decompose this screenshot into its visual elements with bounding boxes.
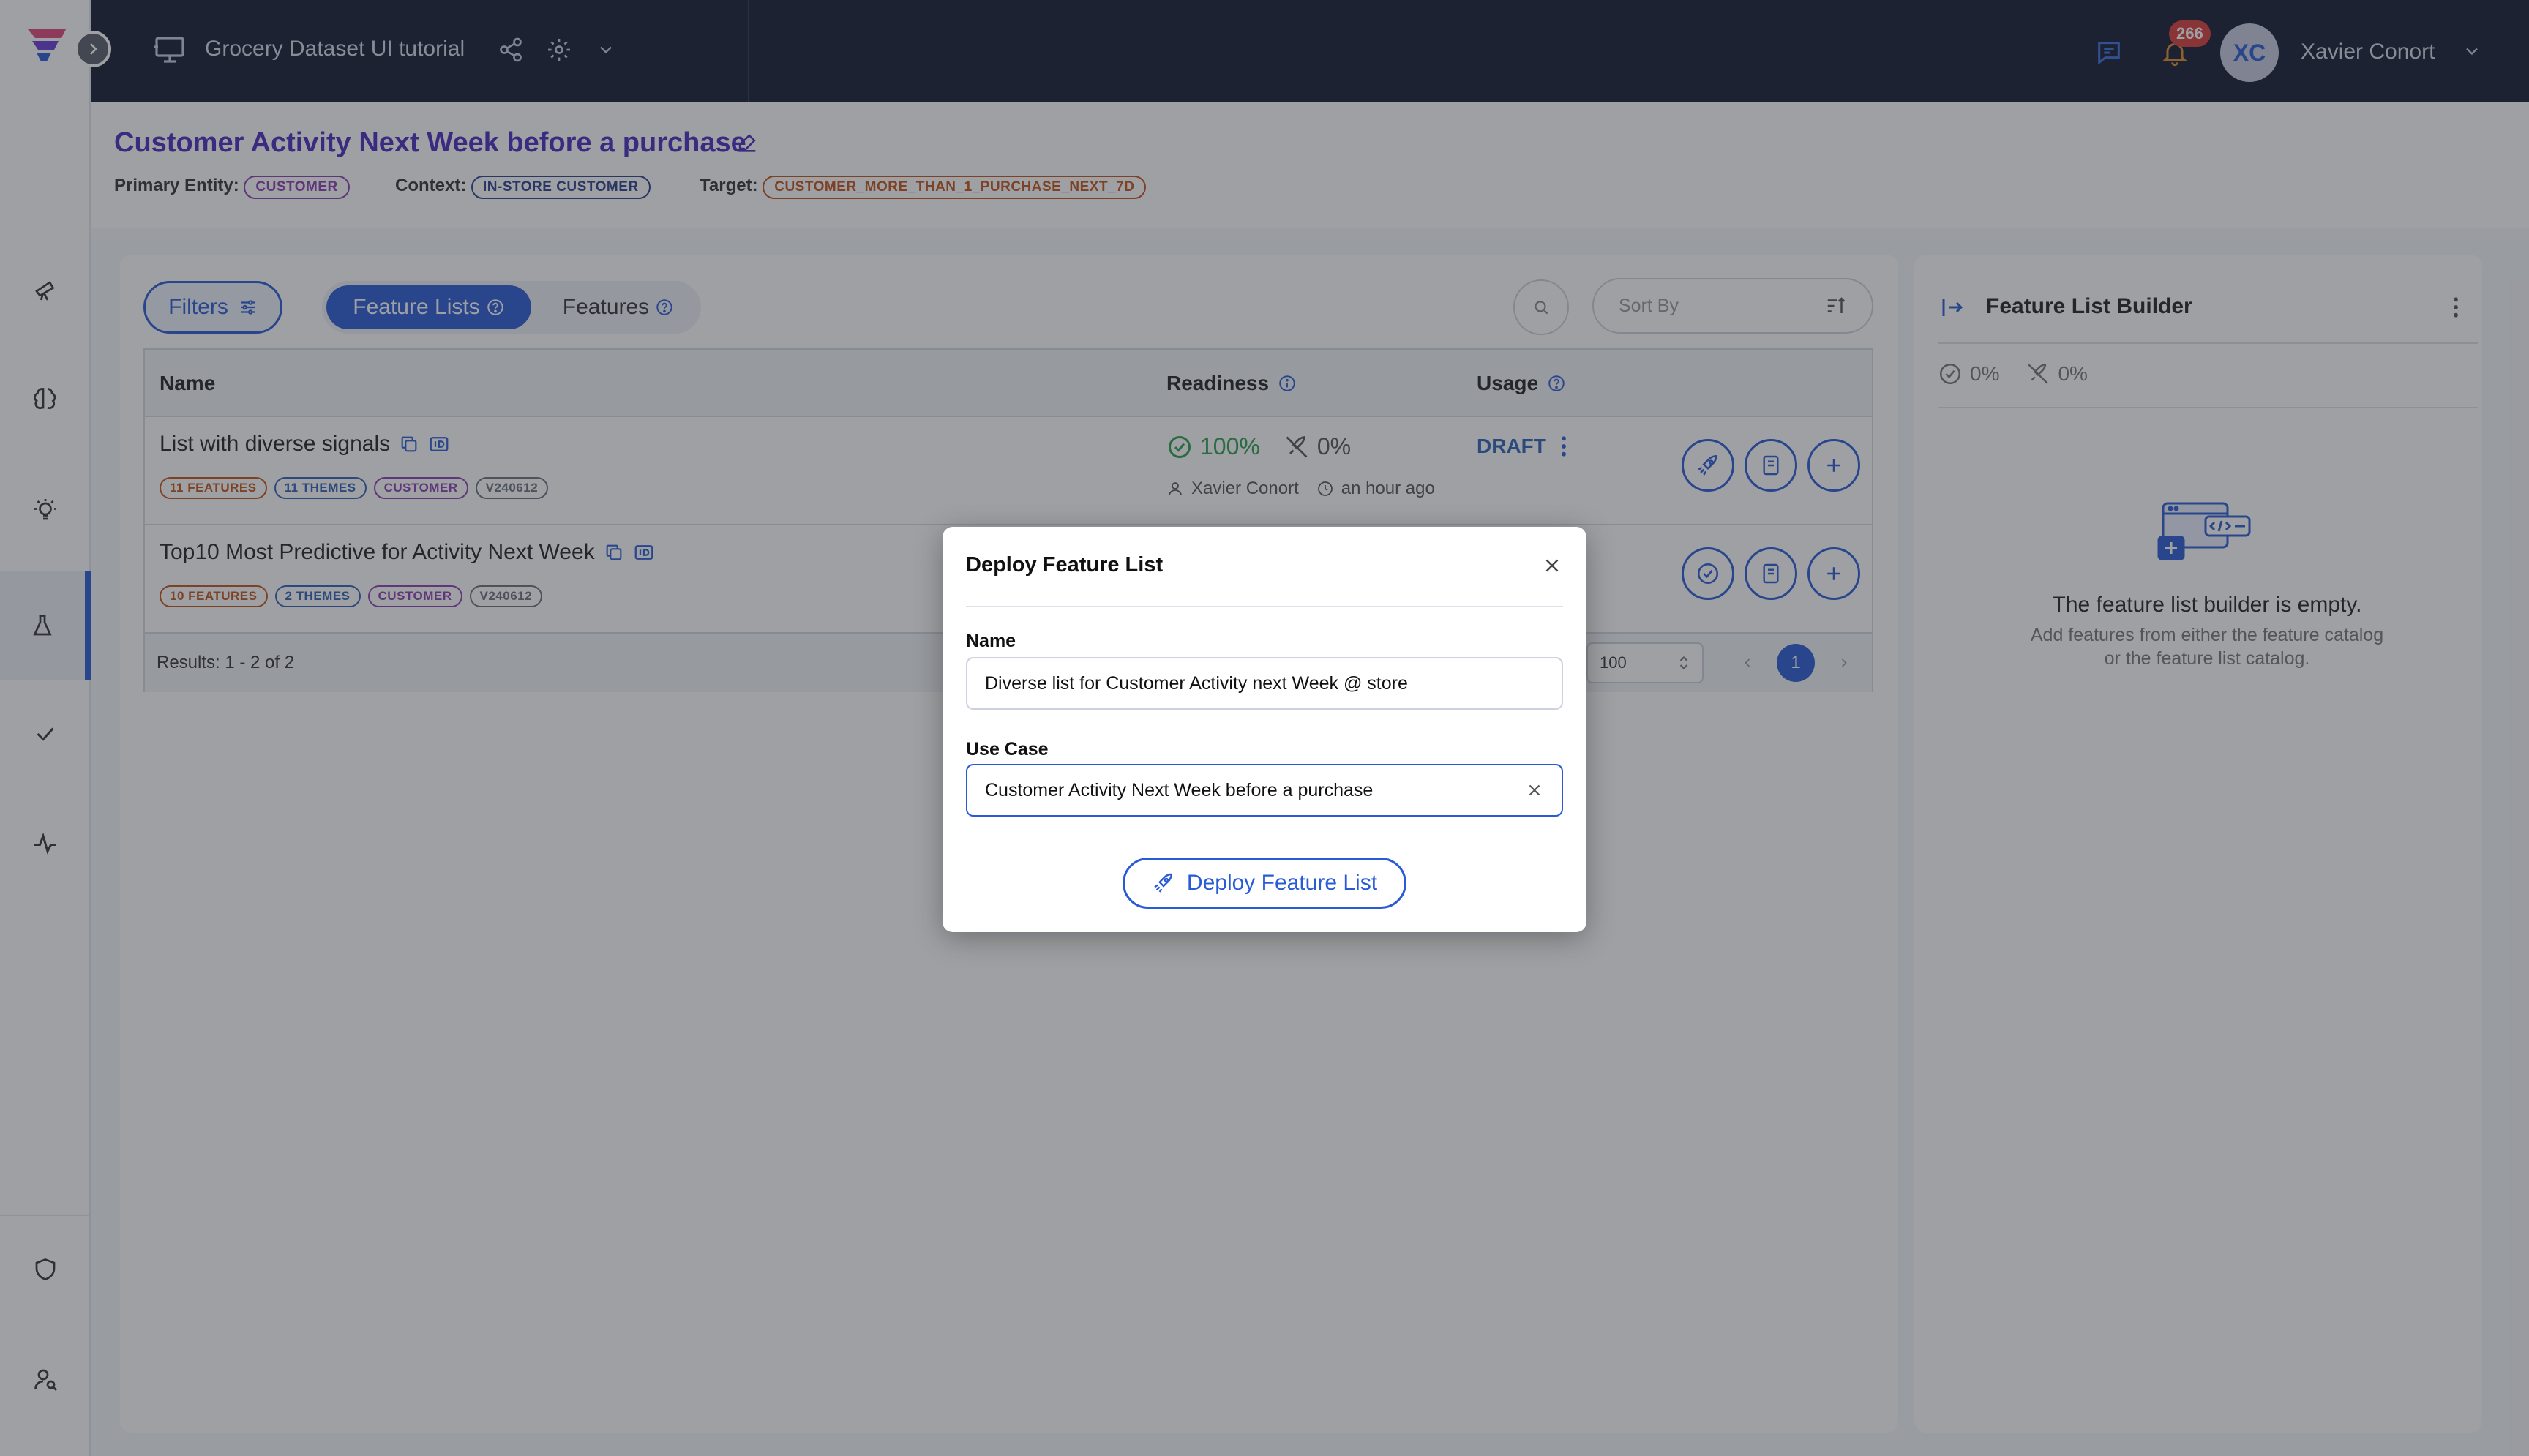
deploy-feature-list-button[interactable]: Deploy Feature List	[1123, 858, 1406, 909]
deploy-feature-list-dialog: Deploy Feature List Name Diverse list fo…	[943, 527, 1586, 932]
use-case-field[interactable]: Customer Activity Next Week before a pur…	[966, 764, 1563, 817]
modal-divider	[966, 606, 1563, 607]
name-field[interactable]: Diverse list for Customer Activity next …	[966, 657, 1563, 710]
use-case-field-value: Customer Activity Next Week before a pur…	[985, 779, 1374, 800]
name-field-label: Name	[966, 631, 1016, 651]
deploy-button-label: Deploy Feature List	[1186, 871, 1378, 895]
rocket-icon	[1152, 871, 1175, 895]
use-case-field-label: Use Case	[966, 739, 1049, 759]
clear-icon[interactable]	[1525, 781, 1544, 800]
modal-title: Deploy Feature List	[966, 553, 1164, 577]
name-field-value: Diverse list for Customer Activity next …	[985, 672, 1408, 694]
close-icon[interactable]	[1541, 555, 1563, 577]
